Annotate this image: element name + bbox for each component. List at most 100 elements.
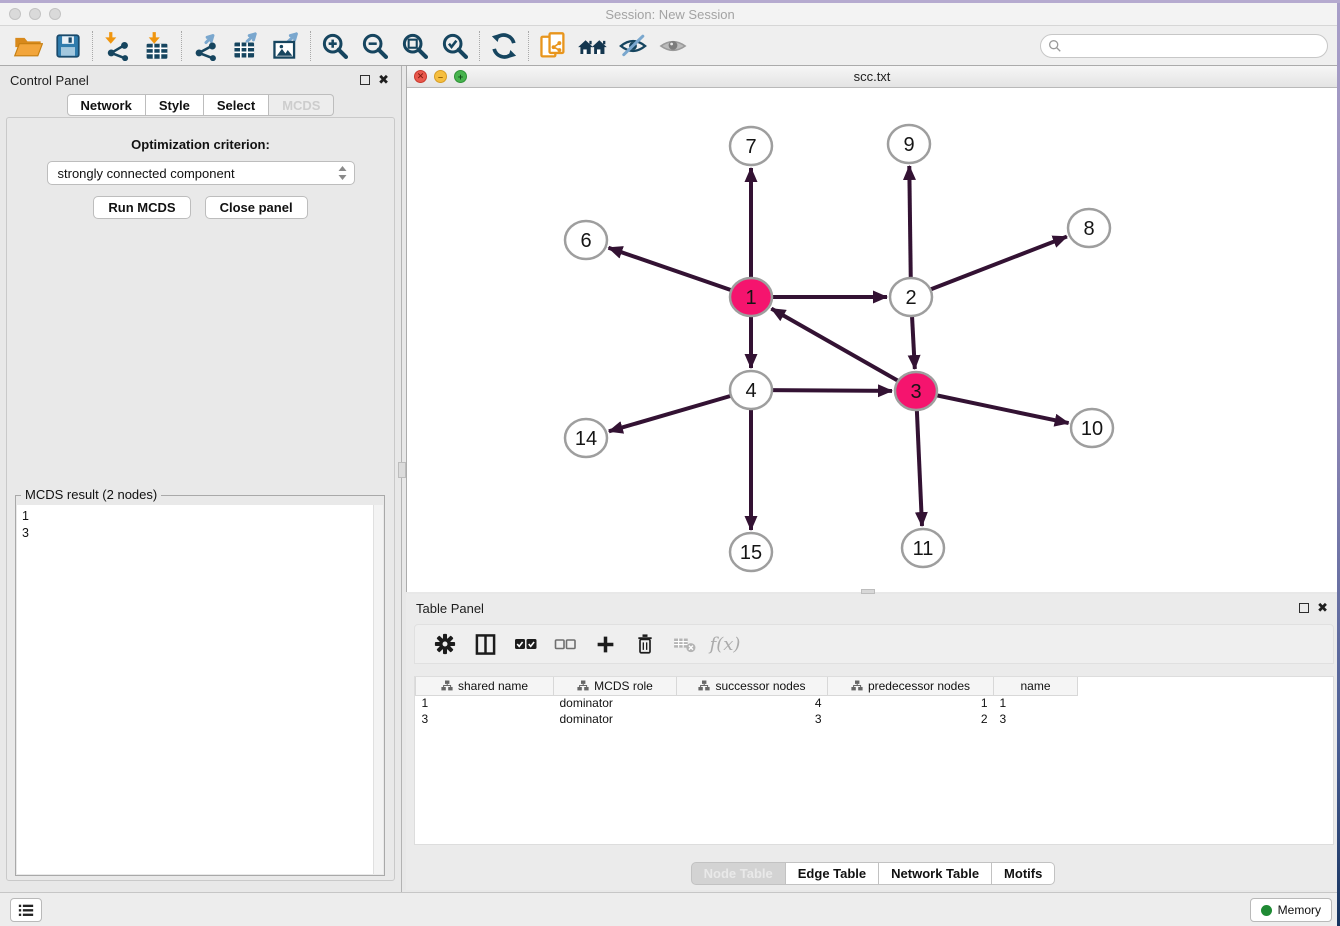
select-all-icon — [514, 637, 537, 651]
graph-node-9[interactable]: 9 — [888, 125, 930, 163]
close-panel-icon[interactable]: ✖ — [378, 75, 389, 85]
network-canvas[interactable]: 7 9 6 8 1 2 4 3 14 10 15 11 — [407, 88, 1338, 592]
zoom-in-button[interactable] — [315, 29, 355, 63]
panel-splitter-handle[interactable] — [398, 462, 406, 478]
graph-edge-2-9[interactable] — [909, 166, 910, 280]
zoom-out-button[interactable] — [355, 29, 395, 63]
memory-button[interactable]: Memory — [1250, 898, 1332, 922]
graph-edge-2-8[interactable] — [928, 237, 1066, 291]
node-table-grid[interactable]: shared name MCDS role successor nodes pr… — [415, 677, 1078, 727]
graph-node-1[interactable]: 1 — [730, 278, 772, 316]
apply-layout-button[interactable] — [484, 29, 524, 63]
table-settings-button[interactable] — [433, 632, 457, 656]
graph-node-8[interactable]: 8 — [1068, 209, 1110, 247]
memory-label: Memory — [1278, 903, 1321, 917]
close-panel-icon[interactable]: ✖ — [1317, 603, 1328, 613]
run-mcds-button[interactable]: Run MCDS — [93, 196, 190, 219]
deselect-all-button[interactable] — [553, 632, 577, 656]
column-header-mcds-role[interactable]: MCDS role — [554, 677, 677, 695]
mcds-result-title: MCDS result (2 nodes) — [21, 487, 161, 502]
task-history-button[interactable] — [10, 898, 42, 922]
graph-edge-3-11[interactable] — [917, 408, 922, 526]
toolbar-separator — [181, 31, 182, 61]
import-network-button[interactable] — [97, 29, 137, 63]
graph-edge-2-3[interactable] — [912, 314, 915, 369]
graph-edge-3-1[interactable] — [771, 309, 900, 382]
cell-name[interactable]: 3 — [994, 711, 1078, 727]
graph-edge-3-10[interactable] — [934, 395, 1068, 423]
network-window-title: scc.txt — [407, 69, 1337, 84]
reset-view-button[interactable] — [573, 29, 613, 63]
tab-network[interactable]: Network — [67, 94, 146, 116]
ndex-documents-icon — [538, 31, 568, 61]
cell-shared-name[interactable]: 3 — [416, 711, 554, 727]
export-network-button[interactable] — [186, 29, 226, 63]
cell-successor-nodes[interactable]: 3 — [677, 711, 828, 727]
cell-predecessor-nodes[interactable]: 1 — [828, 695, 994, 711]
graph-node-label: 7 — [745, 136, 756, 158]
zoom-fit-button[interactable] — [395, 29, 435, 63]
float-panel-icon[interactable] — [1299, 603, 1309, 613]
main-toolbar — [0, 26, 1340, 66]
cell-successor-nodes[interactable]: 4 — [677, 695, 828, 711]
column-header-successor-nodes[interactable]: successor nodes — [677, 677, 828, 695]
delete-table-button[interactable] — [673, 632, 697, 656]
cell-shared-name[interactable]: 1 — [416, 695, 554, 711]
node-table: shared name MCDS role successor nodes pr… — [414, 676, 1334, 845]
graph-node-3[interactable]: 3 — [895, 372, 937, 410]
graph-node-6[interactable]: 6 — [565, 221, 607, 259]
import-table-button[interactable] — [137, 29, 177, 63]
tab-style[interactable]: Style — [146, 94, 204, 116]
add-row-button[interactable] — [593, 632, 617, 656]
tab-motifs[interactable]: Motifs — [992, 862, 1055, 885]
tab-edge-table[interactable]: Edge Table — [786, 862, 879, 885]
graph-node-label: 1 — [745, 287, 756, 309]
hide-graphics-details-button[interactable] — [613, 29, 653, 63]
float-panel-icon[interactable] — [360, 75, 370, 85]
graph-edge-4-3[interactable] — [770, 390, 892, 391]
graph-node-11[interactable]: 11 — [902, 529, 944, 567]
network-window-titlebar[interactable]: ✕ – + scc.txt — [407, 66, 1337, 88]
criterion-select[interactable]: strongly connected component — [47, 161, 355, 185]
graph-node-2[interactable]: 2 — [890, 278, 932, 316]
mcds-result-group: MCDS result (2 nodes) 1 3 — [15, 495, 385, 876]
graph-node-14[interactable]: 14 — [565, 419, 607, 457]
result-scrollbar[interactable] — [373, 505, 383, 874]
search-field[interactable] — [1040, 34, 1328, 58]
function-builder-button[interactable]: f(x) — [713, 632, 737, 656]
export-table-button[interactable] — [226, 29, 266, 63]
cell-predecessor-nodes[interactable]: 2 — [828, 711, 994, 727]
graph-node-10[interactable]: 10 — [1071, 409, 1113, 447]
table-row[interactable]: 1 dominator 4 1 1 — [416, 695, 1078, 711]
graph-node-7[interactable]: 7 — [730, 127, 772, 165]
cell-mcds-role[interactable]: dominator — [554, 711, 677, 727]
open-session-button[interactable] — [8, 29, 48, 63]
tab-node-table[interactable]: Node Table — [691, 862, 786, 885]
show-columns-button[interactable] — [473, 632, 497, 656]
delete-row-button[interactable] — [633, 632, 657, 656]
tab-select[interactable]: Select — [204, 94, 269, 116]
column-header-shared-name[interactable]: shared name — [416, 677, 554, 695]
column-header-name[interactable]: name — [994, 677, 1078, 695]
cell-mcds-role[interactable]: dominator — [554, 695, 677, 711]
graph-node-4[interactable]: 4 — [730, 371, 772, 409]
close-panel-button[interactable]: Close panel — [205, 196, 308, 219]
tab-network-table[interactable]: Network Table — [879, 862, 992, 885]
open-folder-icon — [13, 31, 43, 61]
search-input[interactable] — [1062, 39, 1327, 53]
graph-edge-4-14[interactable] — [609, 395, 733, 431]
show-graphics-details-button[interactable] — [653, 29, 693, 63]
column-header-predecessor-nodes[interactable]: predecessor nodes — [828, 677, 994, 695]
select-all-button[interactable] — [513, 632, 537, 656]
export-to-ndex-button[interactable] — [533, 29, 573, 63]
export-image-button[interactable] — [266, 29, 306, 63]
mcds-result-list[interactable]: 1 3 — [17, 505, 373, 874]
column-type-icon — [441, 680, 453, 691]
graph-node-15[interactable]: 15 — [730, 533, 772, 571]
zoom-selected-button[interactable] — [435, 29, 475, 63]
table-row[interactable]: 3 dominator 3 2 3 — [416, 711, 1078, 727]
save-session-button[interactable] — [48, 29, 88, 63]
tab-mcds[interactable]: MCDS — [269, 94, 334, 116]
graph-edge-1-6[interactable] — [608, 248, 733, 291]
cell-name[interactable]: 1 — [994, 695, 1078, 711]
